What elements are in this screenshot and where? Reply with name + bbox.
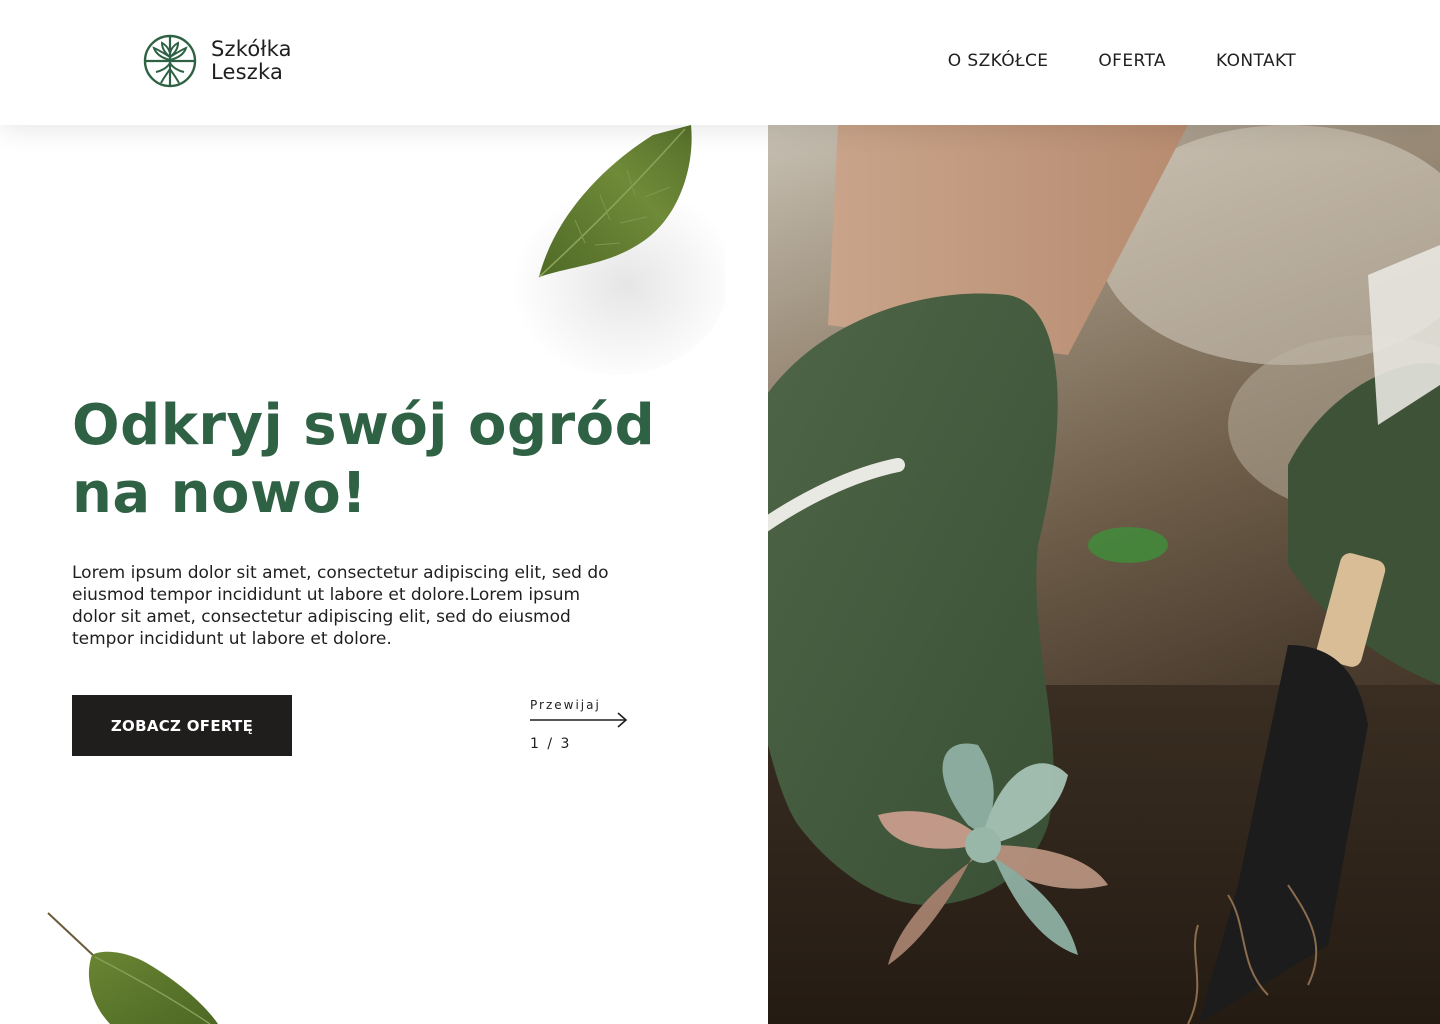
leaf-icon — [47, 912, 219, 1024]
logo-text: Szkółka Leszka — [211, 38, 292, 84]
hero-lead-text: Lorem ipsum dolor sit amet, consectetur … — [72, 563, 609, 649]
nav-item-oferta[interactable]: OFERTA — [1098, 51, 1166, 71]
logo-name-line2: Leszka — [211, 60, 284, 84]
hero-headline: Odkryj swój ogród na nowo! — [72, 392, 672, 528]
logo-name-line1: Szkółka — [211, 37, 292, 61]
slider-label: Przewijaj — [530, 698, 601, 712]
leaf-icon — [500, 125, 725, 375]
site-header: Szkółka Leszka O SZKÓŁCE OFERTA KONTAKT — [0, 0, 1440, 125]
hero-headline-line2: na nowo! — [72, 461, 368, 526]
hero-headline-line1: Odkryj swój ogród — [72, 393, 656, 458]
slider-nav: Przewijaj 1 / 3 — [530, 698, 630, 758]
nav-item-o-szkolce[interactable]: O SZKÓŁCE — [948, 51, 1049, 71]
nav-item-kontakt[interactable]: KONTAKT — [1216, 51, 1296, 71]
gloved-hand-planting-illustration — [768, 125, 1440, 1024]
main-nav: O SZKÓŁCE OFERTA KONTAKT — [948, 51, 1296, 71]
hero-photo — [768, 125, 1440, 1024]
logo-link[interactable]: Szkółka Leszka — [143, 27, 292, 95]
tree-logo-icon — [143, 34, 197, 88]
arrow-right-icon[interactable] — [530, 712, 629, 728]
slide-counter: 1 / 3 — [530, 736, 572, 752]
see-offer-button[interactable]: ZOBACZ OFERTĘ — [72, 695, 292, 756]
